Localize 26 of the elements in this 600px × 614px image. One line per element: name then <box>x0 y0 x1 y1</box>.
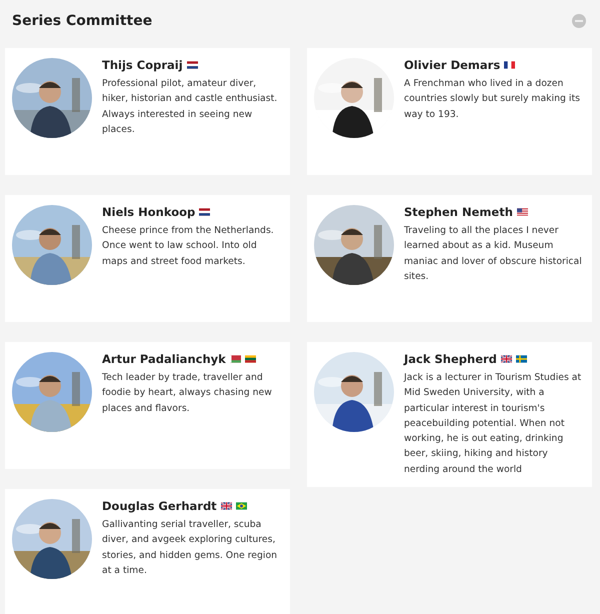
member-bio: Traveling to all the places I never learned about as a kid. Museum maniac and lover of obscure historical sites. <box>404 224 583 284</box>
member-name: Jack Shepherd <box>404 352 497 366</box>
member-name: Niels Honkoop <box>102 205 196 219</box>
member-bio: A Frenchman who lived in a dozen countries slowly but surely making its way to 193. <box>404 77 581 122</box>
brazil-flag-icon <box>236 502 247 510</box>
member-bio: Tech leader by trade, traveller and foodie by heart, always chasing new places and flavors. <box>102 371 273 416</box>
member-bio: Cheese prince from the Netherlands. Once went to law school. Into old maps and street food markets. <box>102 224 275 269</box>
uk-flag-icon <box>220 502 232 510</box>
sweden-flag-icon <box>516 355 527 363</box>
lithuania-flag-icon <box>244 355 256 363</box>
member-name: Artur Padalianchyk <box>102 352 226 366</box>
collapse-button[interactable] <box>572 14 586 28</box>
member-name: Stephen Nemeth <box>404 205 513 219</box>
member-name: Olivier Demars <box>404 58 500 72</box>
member-name: Thijs Copraij <box>102 58 183 72</box>
member-bio: Professional pilot, amateur diver, hiker, historian and castle enthusiast. Always interested in seeing new places. <box>102 77 278 137</box>
uk-flag-icon <box>500 355 512 363</box>
section-title: Series Committee <box>12 13 152 29</box>
netherlands-flag-icon <box>199 208 210 216</box>
netherlands-flag-icon <box>186 61 198 69</box>
belarus-flag-icon <box>230 355 241 363</box>
member-bio: Gallivanting serial traveller, scuba diver, and avgeek exploring cultures, stories, and hidden gems. One region at a time. <box>102 518 278 578</box>
member-bio: Jack is a lecturer in Tourism Studies at Mid Sweden University, with a particular interest in tourism's peacebuilding potential. When not working, he is out eating, drinking beer, skiing, hiking and history nerding around the world <box>404 371 582 477</box>
usa-flag-icon <box>516 208 528 216</box>
france-flag-icon <box>504 61 516 69</box>
member-name: Douglas Gerhardt <box>102 499 217 513</box>
